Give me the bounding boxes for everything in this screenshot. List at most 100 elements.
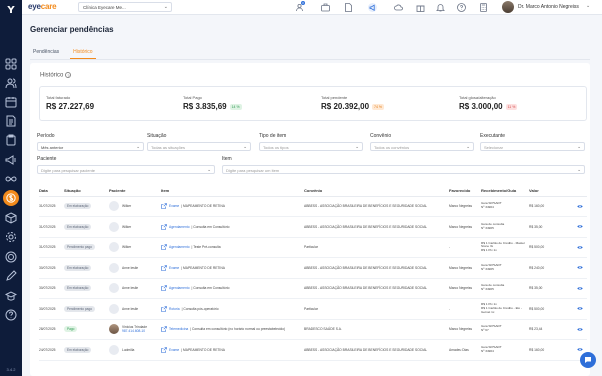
dollar-icon[interactable] xyxy=(3,190,19,206)
tipo-select[interactable]: Todos os tipos ⌄ xyxy=(259,142,363,151)
external-link-icon[interactable] xyxy=(161,285,167,292)
executante-select[interactable]: Selecionar ⌄ xyxy=(480,142,585,151)
help-icon[interactable] xyxy=(5,309,17,321)
app-logo[interactable]: Y xyxy=(0,5,22,16)
col-recebimento[interactable]: Recebimento/Guia xyxy=(481,186,529,197)
item-link[interactable]: Rotoria xyxy=(169,307,180,311)
gift-icon[interactable] xyxy=(416,3,425,12)
col-paciente[interactable]: Paciente xyxy=(109,186,161,197)
users-icon[interactable] xyxy=(5,77,17,89)
external-link-icon[interactable] xyxy=(161,346,167,353)
col-favorecido[interactable]: Favorecido xyxy=(449,186,481,197)
row-valor: R$ 160,00 xyxy=(529,196,577,217)
grid-icon[interactable] xyxy=(5,58,17,70)
briefcase-icon[interactable] xyxy=(321,3,330,12)
table-row[interactable]: 30/07/2025 Pendimento pago Anne leslie Roto… xyxy=(39,298,587,320)
chevron-down-icon: ⌄ xyxy=(163,4,168,10)
item-link[interactable]: Telemedicina xyxy=(169,327,188,331)
paciente-search[interactable]: Digite para pesquisar paciente ⌄ xyxy=(37,165,215,174)
patient-name[interactable]: Anne leslie xyxy=(122,286,138,290)
col-item[interactable]: Item xyxy=(161,186,304,197)
clinic-selector[interactable]: Clínica Eyecare Me... ⌄ xyxy=(78,2,172,12)
col-valor[interactable]: Valor xyxy=(529,186,577,197)
view-icon[interactable] xyxy=(577,245,585,250)
item-description: | Teste Pré-consulta xyxy=(191,245,221,250)
megaphone-icon[interactable] xyxy=(5,154,17,166)
view-icon[interactable] xyxy=(577,347,585,352)
patient-avatar xyxy=(109,242,119,253)
percent-badge: 14 % xyxy=(229,103,242,110)
help-circle-icon[interactable] xyxy=(457,3,466,12)
patient-name[interactable]: Anne leslie xyxy=(122,266,138,270)
table-row[interactable]: 30/07/2025 Em elaboração Anne leslie Exame |… xyxy=(39,257,587,279)
box-icon[interactable] xyxy=(5,212,17,224)
col-situacao[interactable]: Situação xyxy=(64,186,109,197)
patient-avatar xyxy=(109,344,119,355)
row-convenio: Particular xyxy=(304,237,449,258)
col-data[interactable]: Data xyxy=(39,186,64,197)
table-row[interactable]: 28/07/2025 Pago Vinicius Trindade 987.414.6… xyxy=(39,319,587,340)
patient-name[interactable]: Wilker xyxy=(122,245,131,249)
calculator-icon[interactable] xyxy=(479,3,488,12)
item-link[interactable]: Agendamento xyxy=(169,286,190,290)
item-link[interactable]: Exame xyxy=(169,204,179,208)
situacao-select[interactable]: Todas as situações ⌄ xyxy=(147,142,251,151)
clinic-name: Clínica Eyecare Me... xyxy=(83,5,126,10)
convenio-select[interactable]: Todos os convênios ⌄ xyxy=(370,142,474,151)
view-icon[interactable] xyxy=(577,265,585,270)
external-link-icon[interactable] xyxy=(161,264,167,271)
tab-pendencias[interactable]: Pendências xyxy=(30,47,62,59)
document-icon[interactable] xyxy=(5,115,17,127)
view-icon[interactable] xyxy=(577,224,585,229)
patient-name[interactable]: Anne leslie xyxy=(122,307,138,311)
col-convenio[interactable]: Convênio xyxy=(304,186,449,197)
pen-icon[interactable] xyxy=(5,270,17,282)
view-icon[interactable] xyxy=(577,204,585,209)
patient-name[interactable]: Wilker xyxy=(122,225,131,229)
external-link-icon[interactable] xyxy=(161,203,167,210)
file-icon[interactable] xyxy=(344,3,353,12)
periodo-select[interactable]: Mês anterior ⌄ xyxy=(37,142,144,151)
page-title: Gerenciar pendências xyxy=(30,25,114,34)
table-row[interactable]: 31/07/2025 Pendimento pago Wilker Agendamen… xyxy=(39,237,587,258)
row-convenio: Particular xyxy=(304,298,449,320)
help-icon[interactable]: ? xyxy=(65,72,72,78)
infinity-icon[interactable] xyxy=(5,173,17,185)
item-search[interactable]: Digite para pesquisar um item ⌄ xyxy=(222,165,585,174)
brand-logo[interactable]: eyecare xyxy=(28,2,57,11)
item-link[interactable]: Agendamento xyxy=(169,225,190,229)
table-row[interactable]: 31/07/2025 Em elaboração Wilker Exame | MAPE… xyxy=(39,196,587,217)
external-link-icon[interactable] xyxy=(161,305,167,312)
chat-button[interactable] xyxy=(580,352,596,368)
table-row[interactable]: 31/07/2025 Em elaboração Wilker Agendamento… xyxy=(39,216,587,238)
users-notification-icon[interactable]: 3 xyxy=(296,1,305,12)
settings-icon[interactable] xyxy=(5,231,17,243)
view-icon[interactable] xyxy=(577,306,585,311)
item-link[interactable]: Agendamento xyxy=(169,245,190,249)
view-icon[interactable] xyxy=(577,286,585,291)
clipboard-icon[interactable] xyxy=(5,134,17,146)
table-row[interactable]: 24/07/2025 Em elaboração Ludmilla Exame | MA… xyxy=(39,339,587,361)
patient-name[interactable]: Vinicius Trindade 987.414.608-10 xyxy=(122,325,147,333)
graduation-icon[interactable] xyxy=(5,290,17,302)
external-link-icon[interactable] xyxy=(161,223,167,230)
table-row[interactable]: 30/07/2025 Em elaboração Anne leslie Agenda… xyxy=(39,278,587,299)
chevron-down-icon[interactable]: ⌄ xyxy=(586,3,590,9)
view-icon[interactable] xyxy=(577,327,585,332)
cloud-sync-icon[interactable] xyxy=(394,3,403,12)
calendar-icon[interactable] xyxy=(5,96,17,108)
item-link[interactable]: Exame xyxy=(169,348,179,352)
patient-name[interactable]: Ludmilla xyxy=(122,348,134,352)
external-link-icon[interactable] xyxy=(161,244,167,251)
item-link[interactable]: Exame xyxy=(169,266,179,270)
tab-historico[interactable]: Histórico xyxy=(70,47,96,59)
patient-name[interactable]: Wilker xyxy=(122,204,131,208)
target-icon[interactable] xyxy=(5,251,17,263)
bell-icon[interactable] xyxy=(436,3,445,12)
user-name[interactable]: Dr. Marco Antonio Negreiss xyxy=(518,4,579,10)
kpi-total-pago: Total Pago R$ 3.835,69 14 % xyxy=(183,95,242,111)
external-link-icon[interactable] xyxy=(161,326,167,333)
row-date: 31/07/2025 xyxy=(39,196,64,217)
user-avatar[interactable] xyxy=(502,1,514,13)
megaphone-top-icon[interactable] xyxy=(368,3,377,12)
